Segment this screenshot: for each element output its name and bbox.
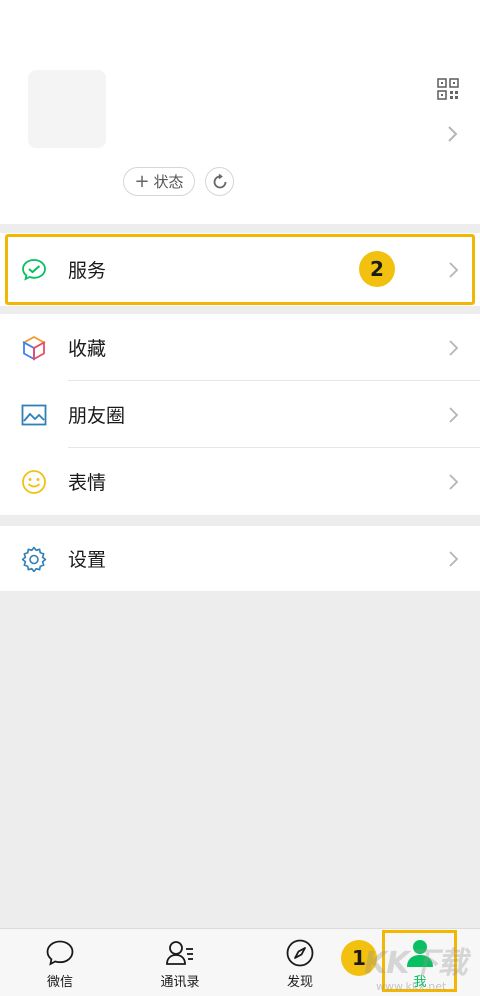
- menu-item-label: 设置: [68, 549, 107, 571]
- chevron-right-icon: [449, 550, 459, 567]
- qr-code-icon[interactable]: [437, 78, 459, 100]
- chevron-right-icon: [449, 339, 459, 356]
- compass-icon: [285, 938, 315, 968]
- favorites-cube-icon: [21, 335, 47, 361]
- person-icon: [405, 938, 435, 968]
- service-section: 服务: [0, 233, 480, 306]
- menu-item-label: 服务: [68, 260, 107, 282]
- contacts-icon: [165, 938, 195, 968]
- tab-chats[interactable]: 微信: [12, 929, 108, 996]
- smiley-icon: [21, 469, 47, 495]
- menu-item-label: 朋友圈: [68, 405, 126, 427]
- step1-badge: 1: [341, 940, 377, 976]
- menu-item-settings[interactable]: 设置: [0, 526, 480, 591]
- menu-item-moments[interactable]: 朋友圈: [0, 381, 480, 448]
- refresh-icon: [213, 173, 226, 188]
- tab-label: 通讯录: [160, 975, 200, 990]
- refresh-status-button[interactable]: [205, 167, 234, 196]
- tab-label: 我: [413, 975, 427, 990]
- settings-section: 设置: [0, 526, 480, 591]
- discover-section: 收藏 朋友圈 表情: [0, 314, 480, 515]
- gear-icon: [21, 546, 47, 572]
- chat-bubble-icon: [45, 938, 75, 968]
- plus-icon: +: [134, 170, 150, 192]
- add-status-button[interactable]: + 状态: [123, 167, 195, 196]
- avatar[interactable]: [28, 70, 106, 148]
- menu-item-label: 收藏: [68, 338, 107, 360]
- tab-me[interactable]: 我: [372, 929, 468, 996]
- tab-label: 发现: [286, 975, 313, 990]
- bottom-tab-bar: 微信 通讯录 发现 我: [0, 928, 480, 996]
- profile-header[interactable]: + 状态: [0, 0, 480, 224]
- menu-item-stickers[interactable]: 表情: [0, 448, 480, 515]
- tab-discover[interactable]: 发现: [252, 929, 348, 996]
- tab-label: 微信: [46, 975, 73, 990]
- menu-item-favorites[interactable]: 收藏: [0, 314, 480, 381]
- step2-badge: 2: [359, 251, 395, 287]
- image-icon: [21, 402, 47, 428]
- chevron-right-icon: [449, 473, 459, 490]
- tab-contacts[interactable]: 通讯录: [132, 929, 228, 996]
- status-label: 状态: [153, 173, 184, 191]
- chevron-right-icon: [449, 406, 459, 423]
- chevron-right-icon: [448, 126, 458, 142]
- chevron-right-icon: [449, 261, 459, 278]
- wechat-pay-icon: [21, 257, 47, 283]
- menu-item-service[interactable]: 服务: [0, 233, 480, 306]
- menu-item-label: 表情: [68, 472, 107, 494]
